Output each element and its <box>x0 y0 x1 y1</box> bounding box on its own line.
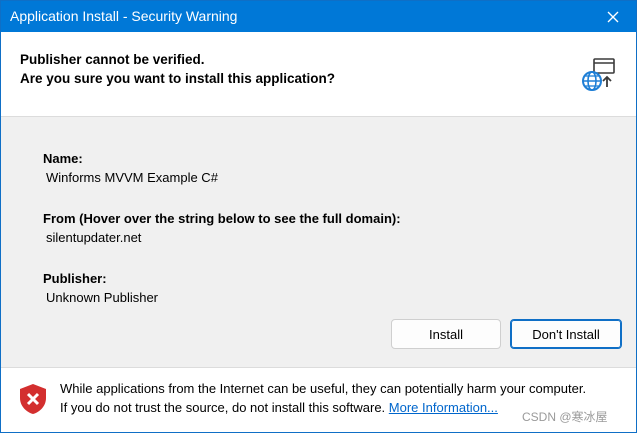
dont-install-button[interactable]: Don't Install <box>510 319 622 349</box>
name-label: Name: <box>43 151 83 166</box>
footer-advice-text: If you do not trust the source, do not i… <box>60 400 386 415</box>
watermark-text: CSDN @寒冰屋 <box>522 410 608 424</box>
footer-advice-line: If you do not trust the source, do not i… <box>60 400 498 415</box>
footer-warning-text: While applications from the Internet can… <box>60 381 587 396</box>
warning-header: Publisher cannot be verified. Are you su… <box>1 32 636 117</box>
install-button[interactable]: Install <box>391 319 501 349</box>
publisher-label: Publisher: <box>43 271 107 286</box>
globe-install-icon <box>582 58 615 91</box>
window-title: Application Install - Security Warning <box>10 8 238 24</box>
from-value[interactable]: silentupdater.net <box>46 230 141 245</box>
publisher-value: Unknown Publisher <box>46 290 159 305</box>
more-information-link[interactable]: More Information... <box>389 400 498 415</box>
shield-warning-icon <box>20 384 46 414</box>
header-warning-question: Are you sure you want to install this ap… <box>20 71 336 86</box>
title-bar[interactable]: Application Install - Security Warning <box>1 1 636 32</box>
warning-footer: While applications from the Internet can… <box>1 367 636 432</box>
header-warning-title: Publisher cannot be verified. <box>20 52 205 67</box>
close-icon <box>607 11 619 22</box>
security-warning-dialog: Application Install - Security Warning P… <box>0 0 637 433</box>
close-button[interactable] <box>590 1 636 32</box>
name-value: Winforms MVVM Example C# <box>46 170 218 185</box>
from-label: From (Hover over the string below to see… <box>43 211 401 226</box>
